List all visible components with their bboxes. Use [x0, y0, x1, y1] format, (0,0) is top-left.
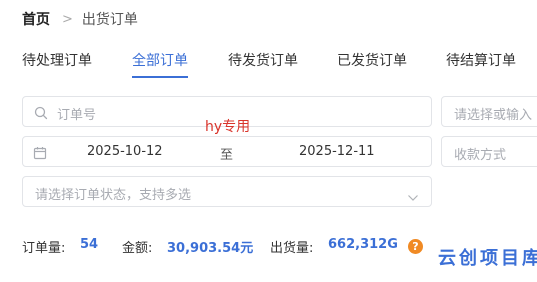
watermark-text: hy专用 [205, 119, 251, 135]
amount-value: 30,903.54元 [167, 241, 254, 256]
tab-shipped[interactable]: 已发货订单 [337, 50, 407, 80]
search-icon [34, 105, 48, 124]
tab-pending[interactable]: 待处理订单 [22, 50, 92, 80]
order-count-value: 54 [80, 237, 99, 252]
tab-all[interactable]: 全部订单 [132, 50, 188, 80]
select-or-input-placeholder: 请选择或输入 [454, 108, 533, 123]
order-number-placeholder: 订单号 [57, 108, 97, 123]
breadcrumb-chevron-icon: > [62, 11, 73, 27]
shipped-label: 出货量: [270, 241, 314, 256]
payment-method-select[interactable]: 收款方式 [441, 136, 537, 167]
order-count-label: 订单量: [22, 241, 66, 256]
select-or-input-field[interactable]: 请选择或输入 [441, 96, 537, 127]
breadcrumb: 首页 > 出货订单 [22, 9, 138, 29]
calendar-icon [33, 145, 47, 164]
help-icon[interactable]: ? [408, 239, 423, 254]
breadcrumb-current: 出货订单 [81, 12, 138, 28]
date-range-picker[interactable]: 2025-10-12 至 2025-12-11 [22, 136, 432, 167]
amount-label: 金额: [122, 241, 153, 256]
shipped-value: 662,312G [328, 237, 398, 252]
date-separator: 至 [220, 148, 234, 163]
tab-to-settle[interactable]: 待结算订单 [446, 50, 516, 80]
breadcrumb-home[interactable]: 首页 [22, 9, 50, 29]
payment-method-placeholder: 收款方式 [454, 148, 507, 163]
order-tabs: 待处理订单 全部订单 待发货订单 已发货订单 待结算订单 [0, 50, 537, 80]
order-status-placeholder: 请选择订单状态，支持多选 [35, 188, 192, 203]
date-start[interactable]: 2025-10-12 [87, 144, 163, 159]
brand-watermark: 云创项目库 [438, 248, 537, 269]
chevron-down-icon [407, 187, 419, 206]
date-end[interactable]: 2025-12-11 [299, 144, 375, 159]
order-status-select[interactable]: 请选择订单状态，支持多选 [22, 176, 432, 207]
tab-to-ship[interactable]: 待发货订单 [228, 50, 298, 80]
